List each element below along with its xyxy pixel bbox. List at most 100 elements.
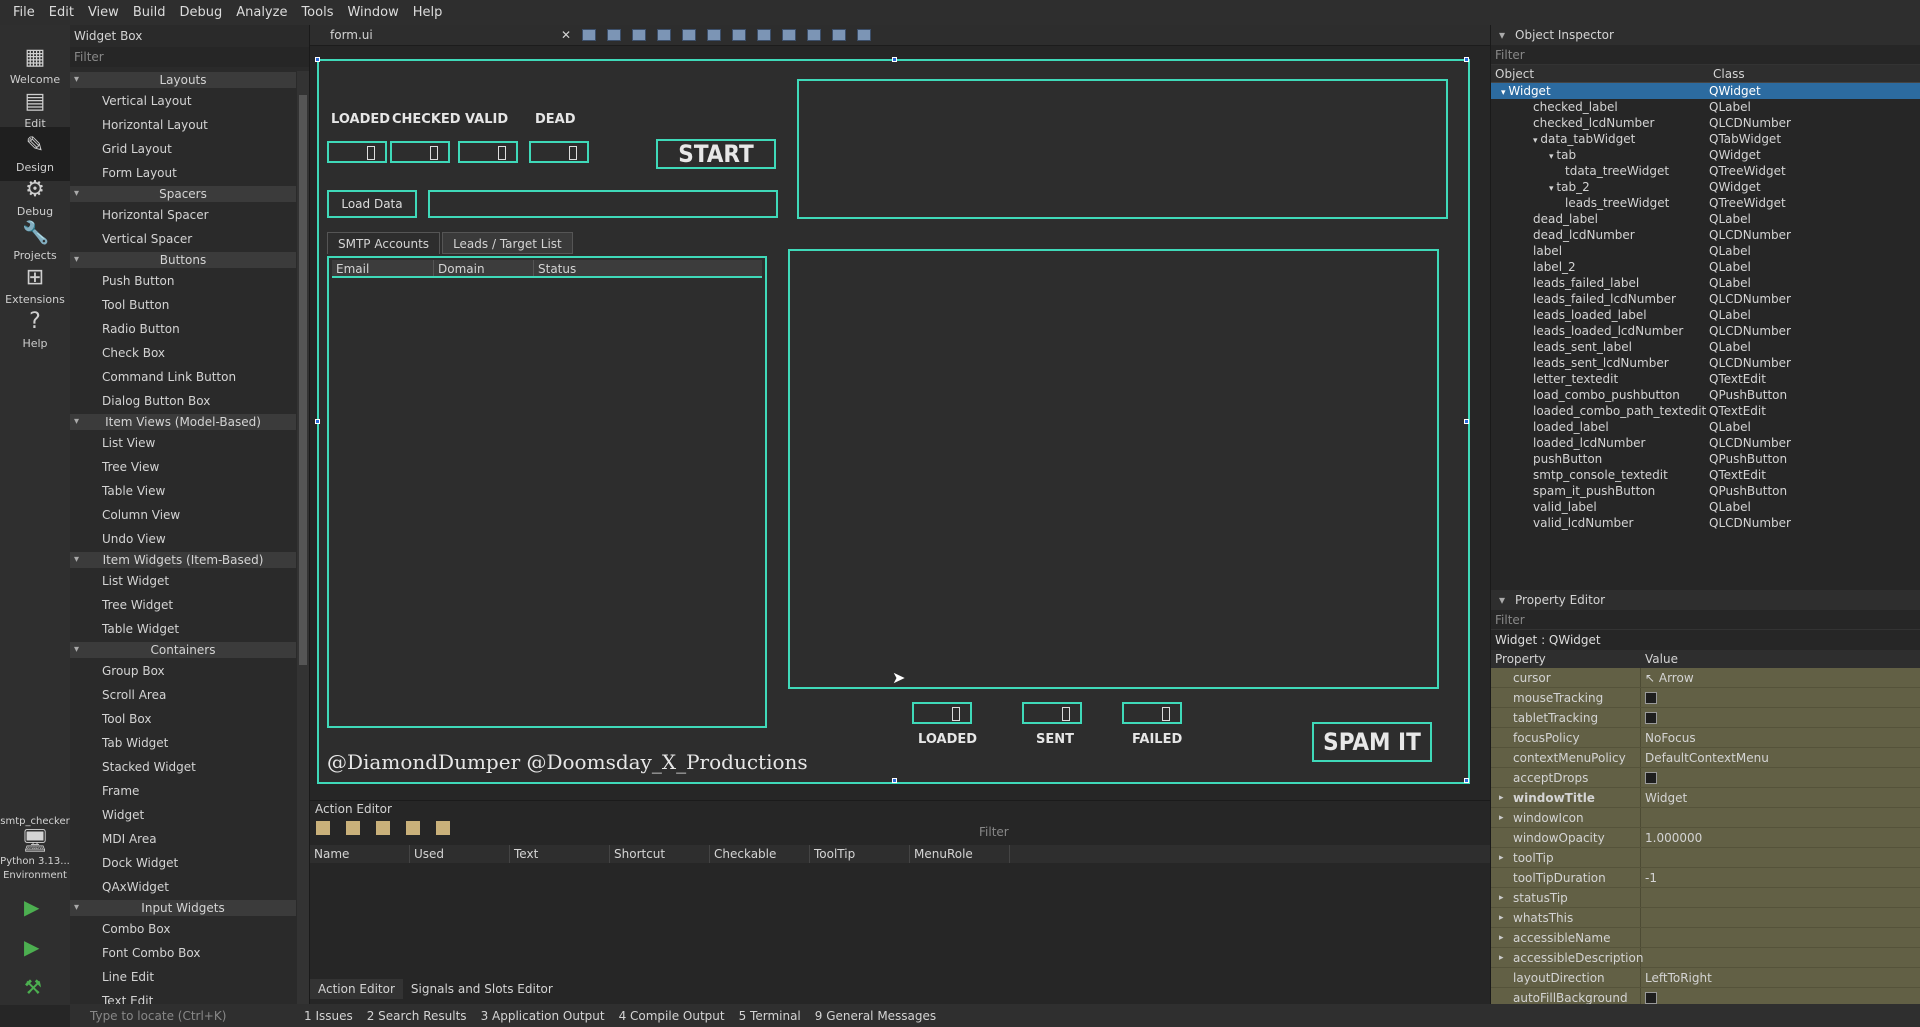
widget-item-group-box[interactable]: Group Box <box>70 659 296 683</box>
category-header[interactable]: Input Widgets <box>70 900 296 916</box>
column-class[interactable]: Class <box>1709 65 1745 82</box>
expand-icon[interactable]: ▸ <box>1499 888 1504 908</box>
object-row[interactable]: pushButton QPushButton <box>1491 451 1920 467</box>
open-file-selector[interactable]: form.ui <box>330 28 555 42</box>
smtp-console-textedit[interactable] <box>788 249 1439 689</box>
load-data-button[interactable]: Load Data <box>327 190 417 218</box>
expand-icon[interactable]: ▸ <box>1499 848 1504 868</box>
property-row[interactable]: ▸ statusTip <box>1491 888 1920 908</box>
widget-item-dock-widget[interactable]: Dock Widget <box>70 851 296 875</box>
checkbox[interactable] <box>1645 992 1657 1004</box>
menu-file[interactable]: File <box>6 5 42 20</box>
object-row[interactable]: loaded_lcdNumber QLCDNumber <box>1491 435 1920 451</box>
category-header[interactable]: Buttons <box>70 252 296 268</box>
column-value[interactable]: Value <box>1641 650 1678 668</box>
object-row[interactable]: loaded_combo_path_textedit QTextEdit <box>1491 403 1920 419</box>
smtp-tree-widget[interactable] <box>327 256 767 728</box>
property-row[interactable]: ▸ whatsThis <box>1491 908 1920 928</box>
object-row[interactable]: label QLabel <box>1491 243 1920 259</box>
mode-help[interactable]: ? Help <box>0 303 70 357</box>
output-pane-general[interactable]: 9 General Messages <box>815 1009 936 1023</box>
widget-item-vertical-layout[interactable]: Vertical Layout <box>70 89 296 113</box>
object-row[interactable]: ▾ data_tabWidget QTabWidget <box>1491 131 1920 147</box>
object-row[interactable]: leads_loaded_label QLabel <box>1491 307 1920 323</box>
category-header[interactable]: Layouts <box>70 72 296 88</box>
output-pane-compile[interactable]: 4 Compile Output <box>619 1009 725 1023</box>
widget-item-tree-view[interactable]: Tree View <box>70 455 296 479</box>
tab-signals-slots-editor[interactable]: Signals and Slots Editor <box>403 979 561 999</box>
widget-item-horizontal-layout[interactable]: Horizontal Layout <box>70 113 296 137</box>
menu-debug[interactable]: Debug <box>172 5 229 20</box>
property-value[interactable]: -1 <box>1641 868 1657 887</box>
category-header[interactable]: Spacers <box>70 186 296 202</box>
category-header[interactable]: Containers <box>70 642 296 658</box>
menu-edit[interactable]: Edit <box>42 5 81 20</box>
category-header[interactable]: Item Widgets (Item-Based) <box>70 552 296 568</box>
column-tooltip[interactable]: ToolTip <box>810 845 910 863</box>
layout-v-splitter-icon[interactable] <box>757 29 772 41</box>
menu-window[interactable]: Window <box>340 5 405 20</box>
object-row[interactable]: checked_label QLabel <box>1491 99 1920 115</box>
output-pane-search[interactable]: 2 Search Results <box>367 1009 467 1023</box>
resize-handle[interactable] <box>1464 778 1469 783</box>
property-value[interactable]: Widget <box>1641 788 1687 807</box>
run-icon[interactable]: ▶ <box>24 895 39 919</box>
property-value[interactable] <box>1641 768 1657 787</box>
widget-item-stacked-widget[interactable]: Stacked Widget <box>70 755 296 779</box>
widget-item-vertical-spacer[interactable]: Vertical Spacer <box>70 227 296 251</box>
column-property[interactable]: Property <box>1491 650 1641 668</box>
menu-help[interactable]: Help <box>406 5 450 20</box>
object-row[interactable]: letter_textedit QTextEdit <box>1491 371 1920 387</box>
object-row[interactable]: leads_sent_lcdNumber QLCDNumber <box>1491 355 1920 371</box>
resize-handle[interactable] <box>315 57 320 62</box>
widget-item-list-view[interactable]: List View <box>70 431 296 455</box>
checkbox[interactable] <box>1645 712 1657 724</box>
property-value[interactable] <box>1641 908 1645 927</box>
object-inspector-filter[interactable]: Filter <box>1491 45 1920 65</box>
property-row[interactable]: ▸ windowTitle Widget <box>1491 788 1920 808</box>
action-filter-input[interactable]: Filter <box>975 824 1490 841</box>
break-layout-icon[interactable] <box>832 29 847 41</box>
output-pane-issues[interactable]: 1 Issues <box>304 1009 353 1023</box>
start-button[interactable]: START <box>656 139 776 169</box>
property-row[interactable]: ▸ accessibleDescription <box>1491 948 1920 968</box>
widget-item-push-button[interactable]: Push Button <box>70 269 296 293</box>
widget-item-grid-layout[interactable]: Grid Layout <box>70 137 296 161</box>
menu-view[interactable]: View <box>81 5 126 20</box>
object-row[interactable]: valid_lcdNumber QLCDNumber <box>1491 515 1920 531</box>
widget-item-tree-widget[interactable]: Tree Widget <box>70 593 296 617</box>
property-value[interactable] <box>1641 708 1657 727</box>
tab-leads-target-list[interactable]: Leads / Target List <box>442 232 573 254</box>
object-row[interactable]: ▾ tab_2 QWidget <box>1491 179 1920 195</box>
expand-icon[interactable]: ▸ <box>1499 808 1504 828</box>
object-row[interactable]: dead_label QLabel <box>1491 211 1920 227</box>
widget-item-tool-button[interactable]: Tool Button <box>70 293 296 317</box>
widget-item-tab-widget[interactable]: Tab Widget <box>70 731 296 755</box>
property-row[interactable]: ▸ toolTip <box>1491 848 1920 868</box>
adjust-size-icon[interactable] <box>857 29 872 41</box>
widget-item-tool-box[interactable]: Tool Box <box>70 707 296 731</box>
property-value[interactable]: NoFocus <box>1641 728 1696 747</box>
property-row[interactable]: acceptDrops <box>1491 768 1920 788</box>
widget-item-horizontal-spacer[interactable]: Horizontal Spacer <box>70 203 296 227</box>
expand-icon[interactable]: ▸ <box>1499 908 1504 928</box>
layout-form-icon[interactable] <box>782 29 797 41</box>
property-value[interactable]: DefaultContextMenu <box>1641 748 1769 767</box>
column-name[interactable]: Name <box>310 845 410 863</box>
property-value[interactable] <box>1641 848 1645 867</box>
locator-input[interactable]: Type to locate (Ctrl+K) <box>90 1009 290 1023</box>
widget-box-scrollbar[interactable] <box>297 71 309 1006</box>
column-checkable[interactable]: Checkable <box>710 845 810 863</box>
object-row[interactable]: leads_failed_label QLabel <box>1491 275 1920 291</box>
paste-action-icon[interactable] <box>376 821 390 835</box>
widget-item-line-edit[interactable]: Line Edit <box>70 965 296 989</box>
loaded-path-textedit[interactable] <box>428 190 778 218</box>
checkbox[interactable] <box>1645 692 1657 704</box>
widget-item-undo-view[interactable]: Undo View <box>70 527 296 551</box>
object-row[interactable]: label_2 QLabel <box>1491 259 1920 275</box>
resize-handle[interactable] <box>892 778 897 783</box>
column-email[interactable]: Email <box>332 260 434 276</box>
widget-item-table-widget[interactable]: Table Widget <box>70 617 296 641</box>
object-row[interactable]: leads_sent_label QLabel <box>1491 339 1920 355</box>
expand-icon[interactable]: ▸ <box>1499 928 1504 948</box>
